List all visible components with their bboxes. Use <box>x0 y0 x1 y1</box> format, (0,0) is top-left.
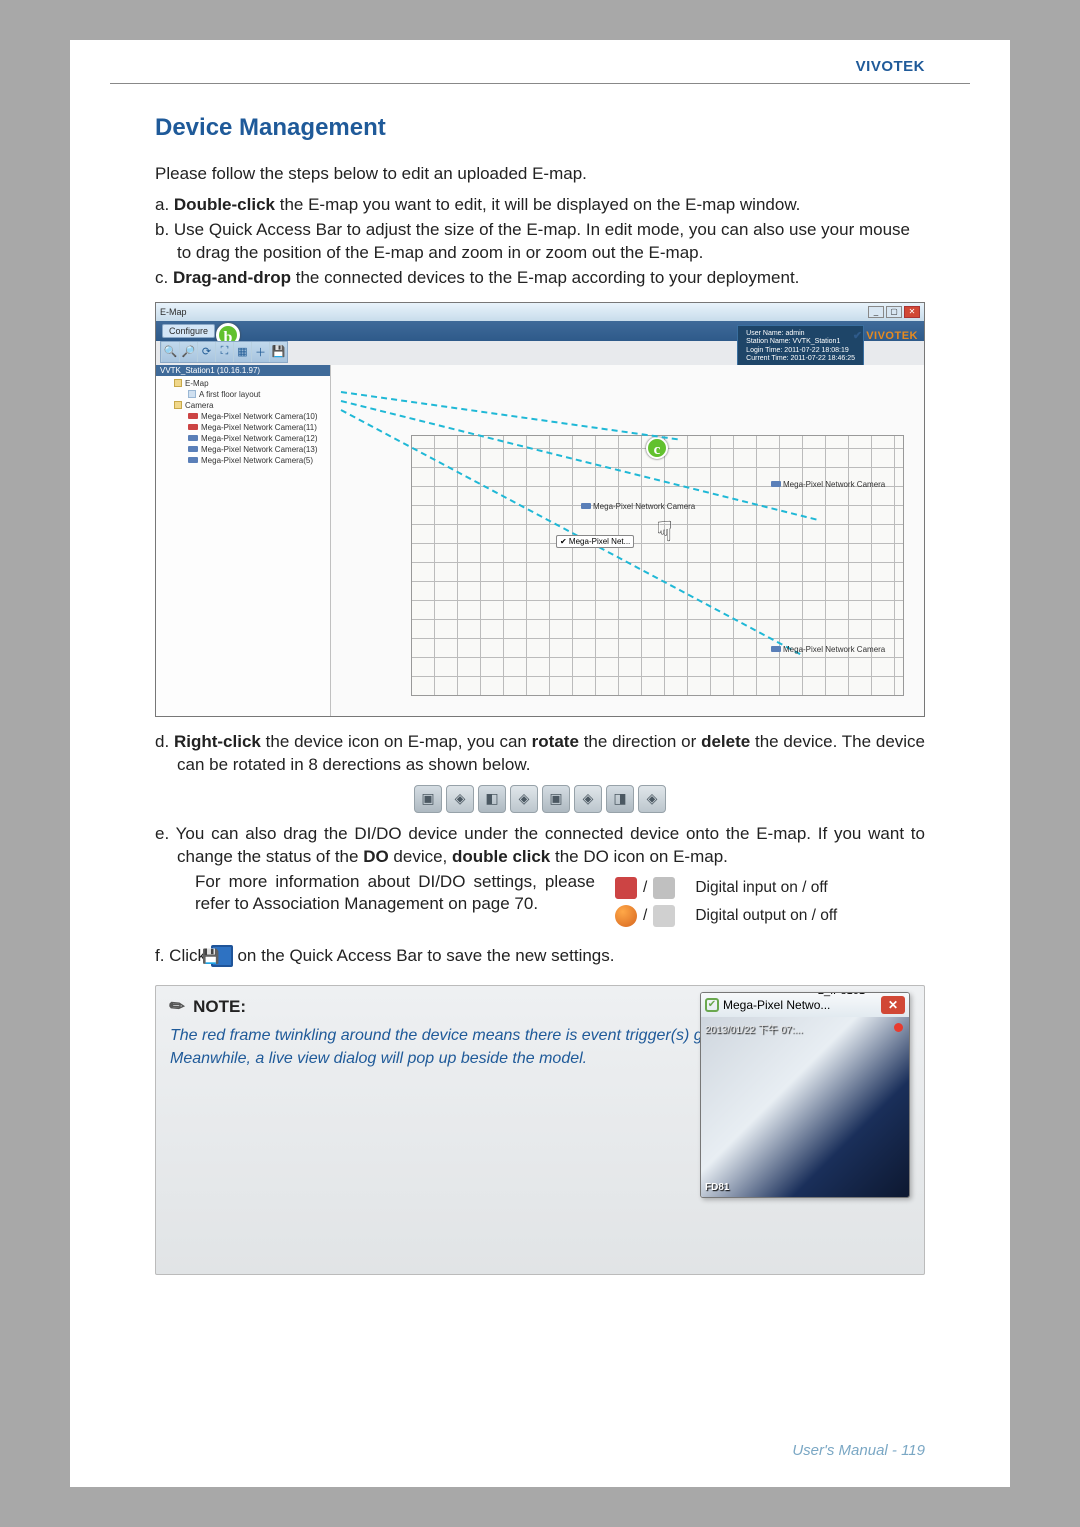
refresh-icon[interactable]: ⟳ <box>197 342 215 362</box>
quick-access-bar[interactable]: 🔍 🔎 ⟳ ⛶ ▦ ＋ 💾 <box>160 341 288 363</box>
step-b: b. Use Quick Access Bar to adjust the si… <box>155 219 925 265</box>
grid-icon[interactable]: ▦ <box>233 342 251 362</box>
window-titlebar: E-Map _ ▢ ✕ <box>156 303 924 321</box>
close-button[interactable]: ✕ <box>904 306 920 318</box>
page-footer: User's Manual - 119 <box>792 1442 925 1459</box>
drag-guide-line <box>341 391 678 440</box>
camera-down-icon: ▣ <box>414 785 442 813</box>
di-on-icon <box>615 877 637 899</box>
step-f: f. Click 💾 on the Quick Access Bar to sa… <box>155 945 925 968</box>
configure-button[interactable]: Configure <box>162 324 215 338</box>
camera-dl-icon: ◈ <box>446 785 474 813</box>
camera-dr-icon: ◈ <box>638 785 666 813</box>
camera-left-icon: ◧ <box>478 785 506 813</box>
liveview-camera-label: FD81 <box>705 1182 729 1193</box>
di-label: Digital input on / off <box>695 879 827 897</box>
tree-camera-folder[interactable]: Camera <box>160 400 326 411</box>
maximize-button[interactable]: ▢ <box>886 306 902 318</box>
zoom-out-icon[interactable]: 🔎 <box>179 342 197 362</box>
camera-ul-icon: ◈ <box>510 785 538 813</box>
camera-icon <box>771 481 781 487</box>
slash-separator: / <box>643 907 647 925</box>
folder-icon <box>174 401 182 409</box>
camera-blue-icon <box>188 457 198 463</box>
emap-canvas[interactable]: c ☟ Mega-Pixel Network Camera Mega-Pixel… <box>331 365 924 716</box>
camera-map-marker[interactable]: Mega-Pixel Network Camera <box>771 645 885 654</box>
popup-title-text: Mega-Pixel Netwo... <box>723 998 830 1012</box>
device-tree-sidebar: VVTK_Station1 (10.16.1.97) E-Map A first… <box>156 365 331 716</box>
page-header-brand: VIVOTEK <box>70 40 1010 83</box>
minimize-button[interactable]: _ <box>868 306 884 318</box>
tree-camera-item[interactable]: Mega-Pixel Network Camera(13) <box>160 444 326 455</box>
rotation-icon-row: ▣ ◈ ◧ ◈ ▣ ◈ ◨ ◈ <box>155 785 925 813</box>
liveview-video: 2013/01/22 下午 07:... FD81 <box>701 1017 909 1197</box>
step-e: e. You can also drag the DI/DO device un… <box>155 823 925 869</box>
tree-camera-item[interactable]: Mega-Pixel Network Camera(5) <box>160 455 326 466</box>
step-d: d. Right-click the device icon on E-map,… <box>155 731 925 777</box>
save-icon[interactable]: 💾 <box>269 342 287 362</box>
tree-layout-item[interactable]: A first floor layout <box>160 389 326 400</box>
camera-icon <box>581 503 591 509</box>
pencil-icon: ✎ <box>165 994 190 1020</box>
tree-camera-item[interactable]: Mega-Pixel Network Camera(10) <box>160 411 326 422</box>
drag-cursor-icon: ☟ <box>656 515 673 548</box>
camera-red-icon <box>188 413 198 419</box>
camera-icon <box>771 646 781 652</box>
slash-separator: / <box>643 879 647 897</box>
di-off-icon <box>653 877 675 899</box>
floorplan-image <box>411 435 904 696</box>
camera-blue-icon <box>188 446 198 452</box>
camera-map-marker[interactable]: Mega-Pixel Network Camera <box>771 480 885 489</box>
tree-camera-item[interactable]: Mega-Pixel Network Camera(11) <box>160 422 326 433</box>
tree-station-label: VVTK_Station1 (10.16.1.97) <box>156 365 330 376</box>
do-on-icon <box>615 905 637 927</box>
camera-map-marker[interactable]: Mega-Pixel Network Camera <box>581 502 695 511</box>
tree-emap-folder[interactable]: E-Map <box>160 378 326 389</box>
layout-icon <box>188 390 196 398</box>
do-off-icon <box>653 905 675 927</box>
add-icon[interactable]: ＋ <box>251 342 269 362</box>
camera-tooltip: ✔ Mega-Pixel Net... <box>556 535 634 548</box>
tree-camera-item[interactable]: Mega-Pixel Network Camera(12) <box>160 433 326 444</box>
section-title: Device Management <box>155 114 925 142</box>
window-title: E-Map <box>160 307 187 317</box>
popup-close-button[interactable]: ✕ <box>881 996 905 1014</box>
camera-ur-icon: ◈ <box>574 785 602 813</box>
do-label: Digital output on / off <box>695 907 837 925</box>
vivotek-logo: ✔ VIVOTEK <box>853 329 918 342</box>
header-rule <box>110 83 970 84</box>
camera-up-icon: ▣ <box>542 785 570 813</box>
camera-event-frame: 2_IP8161 <box>818 992 865 997</box>
record-indicator-icon <box>894 1023 903 1032</box>
camera-right-icon: ◨ <box>606 785 634 813</box>
camera-event-label: 2_IP8161 <box>818 992 865 997</box>
camera-red-icon <box>188 424 198 430</box>
note-heading: NOTE: <box>193 997 246 1017</box>
dido-legend: / Digital input on / off / Digital outpu… <box>615 877 925 933</box>
camera-blue-icon <box>188 435 198 441</box>
fit-icon[interactable]: ⛶ <box>215 342 233 362</box>
intro-text: Please follow the steps below to edit an… <box>155 164 925 184</box>
liveview-timestamp: 2013/01/22 下午 07:... <box>705 1021 803 1036</box>
folder-icon <box>174 379 182 387</box>
emap-screenshot: E-Map _ ▢ ✕ Configure User Name: admin S… <box>155 302 925 717</box>
check-icon: ✔ <box>705 998 719 1012</box>
note-box: ✎ NOTE: The red frame twinkling around t… <box>155 985 925 1275</box>
marker-c-icon: c <box>646 437 668 459</box>
step-c: c. Drag-and-drop the connected devices t… <box>155 267 925 290</box>
liveview-popup: 2_IP8161 ✔ Mega-Pixel Netwo... ✕ 2013/01… <box>700 992 910 1198</box>
zoom-in-icon[interactable]: 🔍 <box>161 342 179 362</box>
step-a: a. Double-click the E-map you want to ed… <box>155 194 925 217</box>
save-icon: 💾 <box>211 945 233 967</box>
status-info-box: User Name: admin Station Name: VVTK_Stat… <box>737 325 864 369</box>
